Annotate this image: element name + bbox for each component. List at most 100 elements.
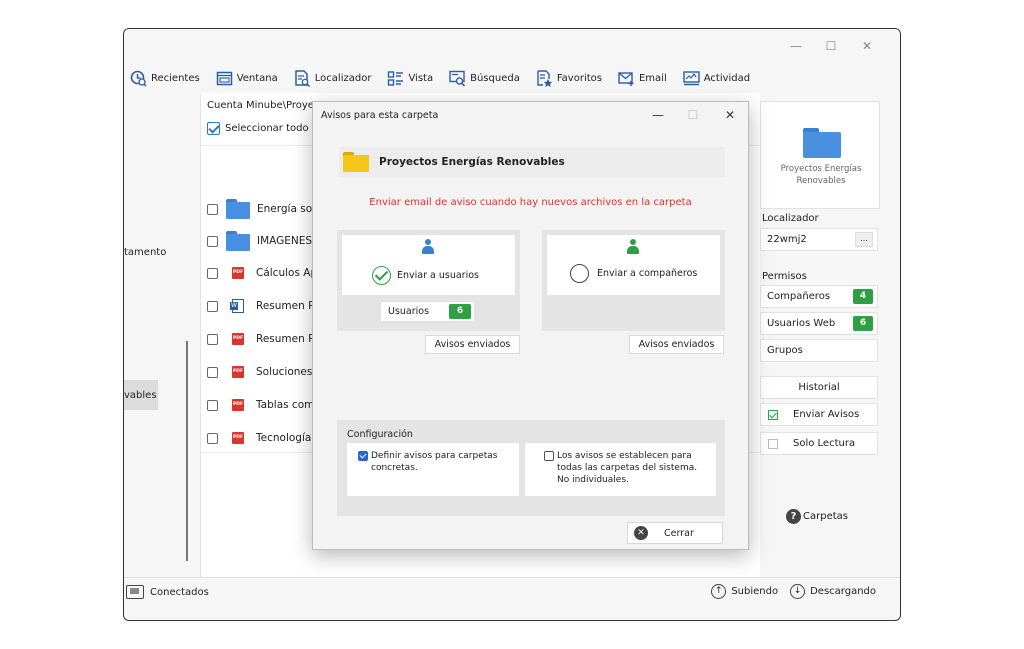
user-icon xyxy=(627,239,639,255)
config-option-global[interactable]: Los avisos se establecen para todas las … xyxy=(525,443,716,496)
localizador-more-button[interactable]: ... xyxy=(855,232,873,247)
file-row[interactable]: Resumen Pro xyxy=(207,295,325,317)
file-row[interactable]: PDF Tecnología P xyxy=(207,427,321,449)
row-checkbox[interactable] xyxy=(207,300,218,312)
config-option-2-checkbox[interactable] xyxy=(544,451,554,461)
colleagues-panel: Enviar a compañeros xyxy=(542,230,725,331)
minimize-icon[interactable]: — xyxy=(786,37,806,55)
send-users-option[interactable]: Enviar a usuarios xyxy=(342,235,515,295)
document-search-icon xyxy=(294,69,311,87)
toolbar-label: Recientes xyxy=(151,72,200,84)
file-name: IMAGENES xyxy=(257,235,313,247)
sent-notices-users-button[interactable]: Avisos enviados xyxy=(425,335,520,354)
left-scrollbar[interactable] xyxy=(186,341,188,561)
notice-description: Enviar email de aviso cuando hay nuevos … xyxy=(369,197,692,208)
word-file-icon xyxy=(230,299,244,313)
favorite-list-icon xyxy=(536,69,553,87)
toolbar-favoritos[interactable]: Favoritos xyxy=(536,69,602,87)
left-item-selected[interactable]: vables xyxy=(124,390,157,401)
users-count-badge: 6 xyxy=(449,304,471,319)
toolbar-label: Actividad xyxy=(703,72,751,84)
historial-button[interactable]: Historial xyxy=(760,376,878,399)
row-checkbox[interactable] xyxy=(207,203,218,215)
row-checkbox[interactable] xyxy=(207,267,218,279)
configuration-section: Configuración Definir avisos para carpet… xyxy=(337,420,725,516)
config-option-specific[interactable]: Definir avisos para carpetas concretas. xyxy=(347,443,519,496)
row-checkbox[interactable] xyxy=(207,432,218,444)
carpetas-label: Carpetas xyxy=(803,511,848,522)
title-bar: — ☐ ✕ xyxy=(124,29,900,63)
file-row[interactable]: PDF Tablas comp xyxy=(207,394,321,416)
user-icon xyxy=(422,239,434,255)
folder-preview-card: Proyectos Energías Renovables xyxy=(760,101,880,209)
transfer-status: ↑ Subiendo ↓ Descargando xyxy=(711,584,876,599)
connected-label: Conectados xyxy=(150,586,209,598)
uploading-label: Subiendo xyxy=(731,586,779,597)
localizador-field[interactable]: 22wmj2 ... xyxy=(760,228,878,251)
row-checkbox[interactable] xyxy=(207,366,218,378)
solo-lectura-checkbox[interactable] xyxy=(768,439,778,449)
row-checkbox[interactable] xyxy=(207,333,218,345)
users-label: Usuarios xyxy=(388,306,430,317)
send-colleagues-radio[interactable]: Enviar a compañeros xyxy=(570,264,697,283)
close-button[interactable]: ✕ Cerrar xyxy=(627,522,723,544)
row-checkbox[interactable] xyxy=(207,399,218,411)
monitor-icon xyxy=(126,585,144,599)
file-row[interactable]: PDF Soluciones A xyxy=(207,361,323,383)
file-row[interactable]: Energía solar xyxy=(207,198,326,220)
toolbar-localizador[interactable]: Localizador xyxy=(294,69,371,87)
dialog-body: Proyectos Energías Renovables Enviar ema… xyxy=(313,128,748,549)
toolbar-recientes[interactable]: Recientes xyxy=(130,70,200,87)
toolbar-vista[interactable]: Vista xyxy=(387,70,433,87)
users-selector[interactable]: Usuarios 6 xyxy=(380,301,475,322)
toolbar-ventana[interactable]: Ventana xyxy=(216,70,278,87)
config-option-2-label: Los avisos se establecen para todas las … xyxy=(557,451,698,485)
close-circle-icon: ✕ xyxy=(634,526,648,540)
toolbar-email[interactable]: Email xyxy=(618,70,667,87)
folder-icon xyxy=(226,199,250,219)
toolbar-label: Email xyxy=(638,72,667,84)
file-row[interactable]: IMAGENES xyxy=(207,230,312,252)
localizador-value: 22wmj2 xyxy=(767,234,807,245)
send-colleagues-option[interactable]: Enviar a compañeros xyxy=(547,235,720,295)
close-icon[interactable]: ✕ xyxy=(857,37,877,55)
radio-circle-icon xyxy=(570,264,589,283)
solo-lectura-toggle[interactable]: Solo Lectura xyxy=(760,432,878,455)
permiso-companeros[interactable]: Compañeros 4 xyxy=(760,285,878,308)
upload-icon: ↑ xyxy=(711,584,727,599)
carpetas-help[interactable]: ? Carpetas xyxy=(786,509,848,524)
file-row[interactable]: PDF Cálculos Apro xyxy=(207,262,328,284)
maximize-icon[interactable]: ☐ xyxy=(821,37,841,55)
activity-monitor-icon xyxy=(683,70,700,87)
row-checkbox[interactable] xyxy=(207,235,218,247)
permiso-grupos[interactable]: Grupos xyxy=(760,339,878,362)
search-box-icon xyxy=(449,70,466,87)
left-navigation: tamento vables xyxy=(124,93,182,577)
select-all-checkbox[interactable] xyxy=(207,122,220,135)
dialog-close-icon[interactable]: ✕ xyxy=(720,106,740,124)
sent-notices-colleagues-button[interactable]: Avisos enviados xyxy=(629,335,724,354)
status-bar: Conectados ↑ Subiendo ↓ Descargando xyxy=(124,577,900,605)
config-option-1-checkbox[interactable] xyxy=(358,451,368,461)
main-toolbar: Recientes Ventana Localizador Vista Búsq… xyxy=(124,63,900,93)
pdf-file-icon: PDF xyxy=(232,333,244,345)
config-title: Configuración xyxy=(347,429,413,440)
pdf-file-icon: PDF xyxy=(232,399,244,411)
dialog-maximize-icon: ☐ xyxy=(687,108,699,122)
enviar-avisos-toggle[interactable]: Enviar Avisos xyxy=(760,403,878,426)
dialog-minimize-icon[interactable]: — xyxy=(648,106,668,124)
file-row[interactable]: PDF Resumen Pro xyxy=(207,328,325,350)
permiso-usuarios-web[interactable]: Usuarios Web 6 xyxy=(760,312,878,335)
send-users-radio[interactable]: Enviar a usuarios xyxy=(372,266,479,285)
pdf-file-icon: PDF xyxy=(232,432,244,444)
count-badge: 4 xyxy=(853,289,873,304)
permiso-label: Grupos xyxy=(767,345,803,356)
toolbar-busqueda[interactable]: Búsqueda xyxy=(449,70,520,87)
toolbar-label: Vista xyxy=(408,72,434,84)
left-item[interactable]: tamento xyxy=(124,247,166,258)
toolbar-actividad[interactable]: Actividad xyxy=(683,70,750,87)
select-all[interactable]: Seleccionar todo xyxy=(207,122,309,135)
enviar-avisos-checkbox[interactable] xyxy=(768,410,778,420)
folder-icon xyxy=(226,231,250,251)
pdf-file-icon: PDF xyxy=(232,267,244,279)
